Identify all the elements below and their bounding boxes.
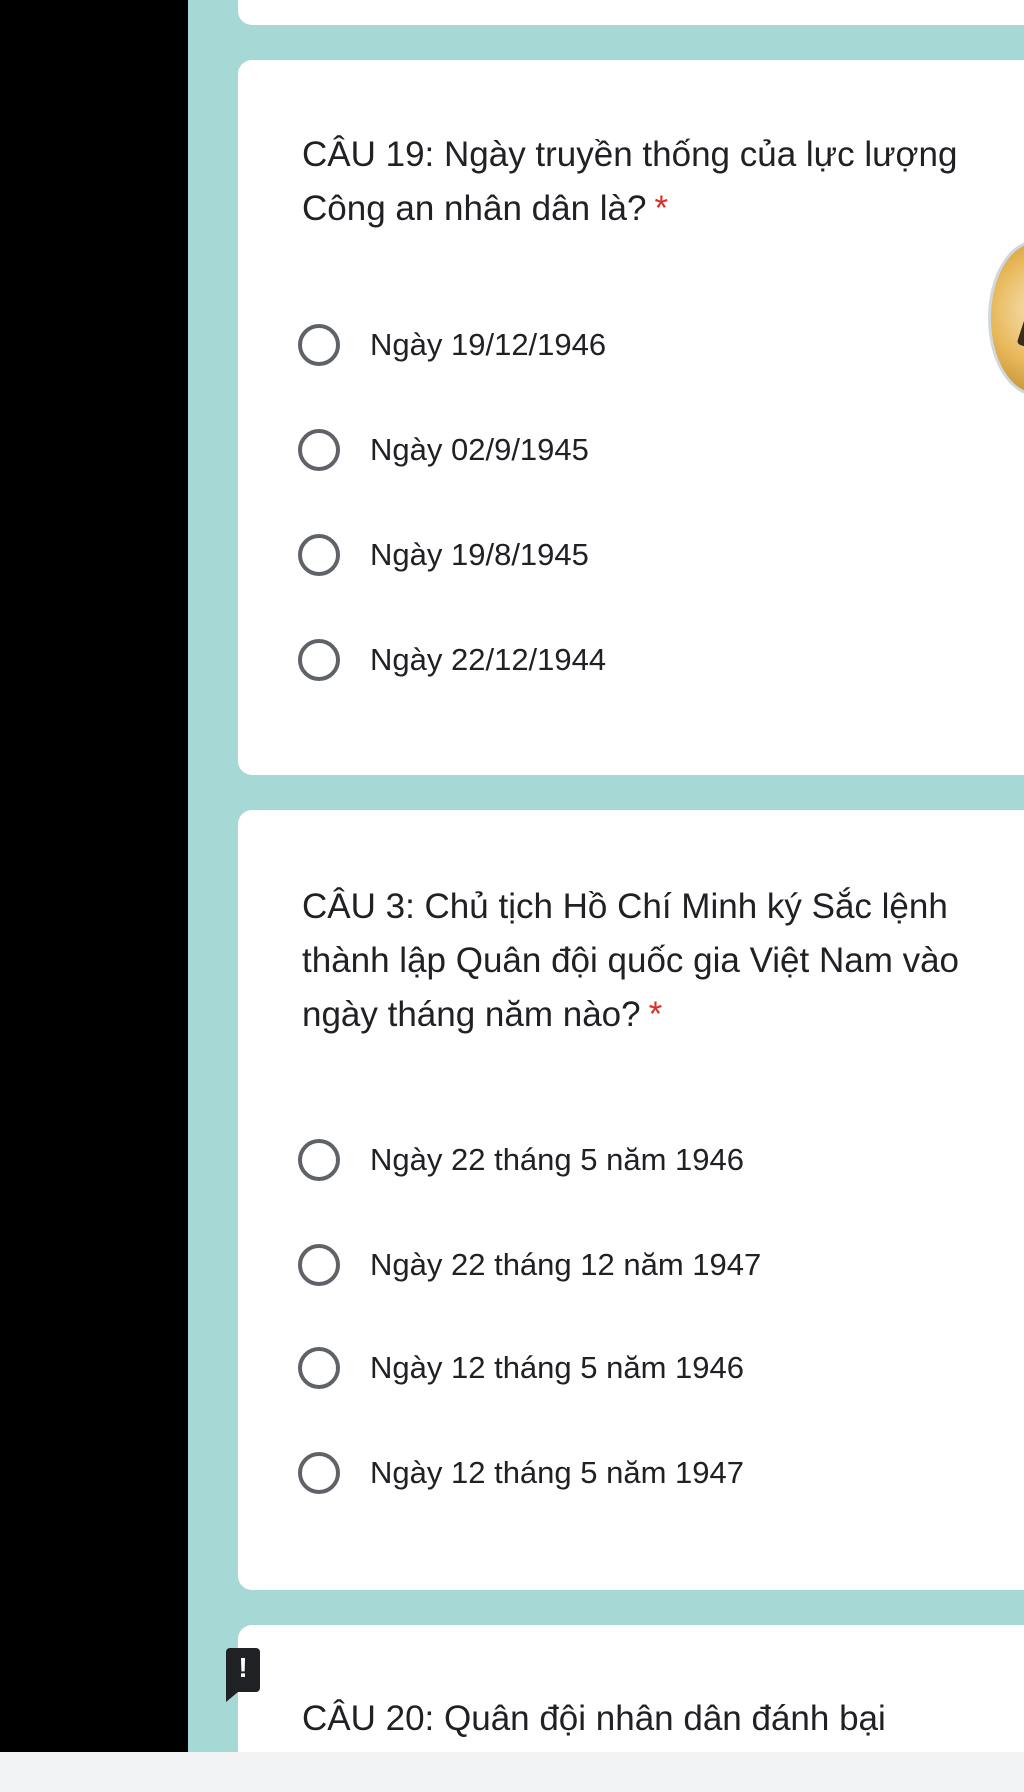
required-asterisk: *	[654, 189, 669, 228]
question-title: CÂU 19: Ngày truyền thống của lực lượng …	[302, 128, 1022, 236]
question-title: CÂU 3: Chủ tịch Hồ Chí Minh ký Sắc lệnh …	[302, 880, 1022, 1042]
option-label: Ngày 19/12/1946	[370, 327, 607, 362]
previous-question-card	[238, 0, 1024, 25]
question-text: CÂU 20: Quân đội nhân dân đánh bại	[302, 1699, 886, 1738]
required-asterisk: *	[648, 995, 663, 1034]
option-label: Ngày 22/12/1944	[370, 642, 607, 677]
option-label: Ngày 12 tháng 5 năm 1947	[370, 1455, 744, 1490]
radio-button[interactable]	[298, 1244, 340, 1286]
radio-button[interactable]	[298, 324, 340, 366]
question-title: CÂU 20: Quân đội nhân dân đánh bại	[302, 1692, 1022, 1746]
radio-option[interactable]: Ngày 22/12/1944	[298, 630, 606, 690]
bottom-edge	[0, 1752, 1024, 1792]
option-label: Ngày 22 tháng 12 năm 1947	[370, 1247, 762, 1282]
option-label: Ngày 02/9/1945	[370, 432, 589, 467]
radio-option[interactable]: Ngày 12 tháng 5 năm 1946	[298, 1338, 744, 1398]
option-label: Ngày 22 tháng 5 năm 1946	[370, 1142, 744, 1177]
question-text: CÂU 19: Ngày truyền thống của lực lượng …	[302, 135, 958, 228]
radio-option[interactable]: Ngày 22 tháng 12 năm 1947	[298, 1235, 761, 1295]
exclamation-icon: !	[226, 1648, 260, 1702]
radio-option[interactable]: Ngày 02/9/1945	[298, 420, 589, 480]
radio-option[interactable]: Ngày 19/12/1946	[298, 315, 606, 375]
radio-button[interactable]	[298, 1452, 340, 1494]
option-label: Ngày 19/8/1945	[370, 537, 589, 572]
option-label: Ngày 12 tháng 5 năm 1946	[370, 1350, 744, 1385]
question-text: CÂU 3: Chủ tịch Hồ Chí Minh ký Sắc lệnh …	[302, 887, 960, 1034]
form-page: CÂU 19: Ngày truyền thống của lực lượng …	[188, 0, 1024, 1792]
thumbnail-figure	[1016, 301, 1024, 350]
black-side-panel	[0, 0, 188, 1792]
radio-button[interactable]	[298, 429, 340, 471]
radio-option[interactable]: Ngày 22 tháng 5 năm 1946	[298, 1130, 744, 1190]
radio-button[interactable]	[298, 639, 340, 681]
radio-option[interactable]: Ngày 19/8/1945	[298, 525, 589, 585]
radio-option[interactable]: Ngày 12 tháng 5 năm 1947	[298, 1443, 744, 1503]
radio-button[interactable]	[298, 1347, 340, 1389]
radio-button[interactable]	[298, 1139, 340, 1181]
radio-button[interactable]	[298, 534, 340, 576]
